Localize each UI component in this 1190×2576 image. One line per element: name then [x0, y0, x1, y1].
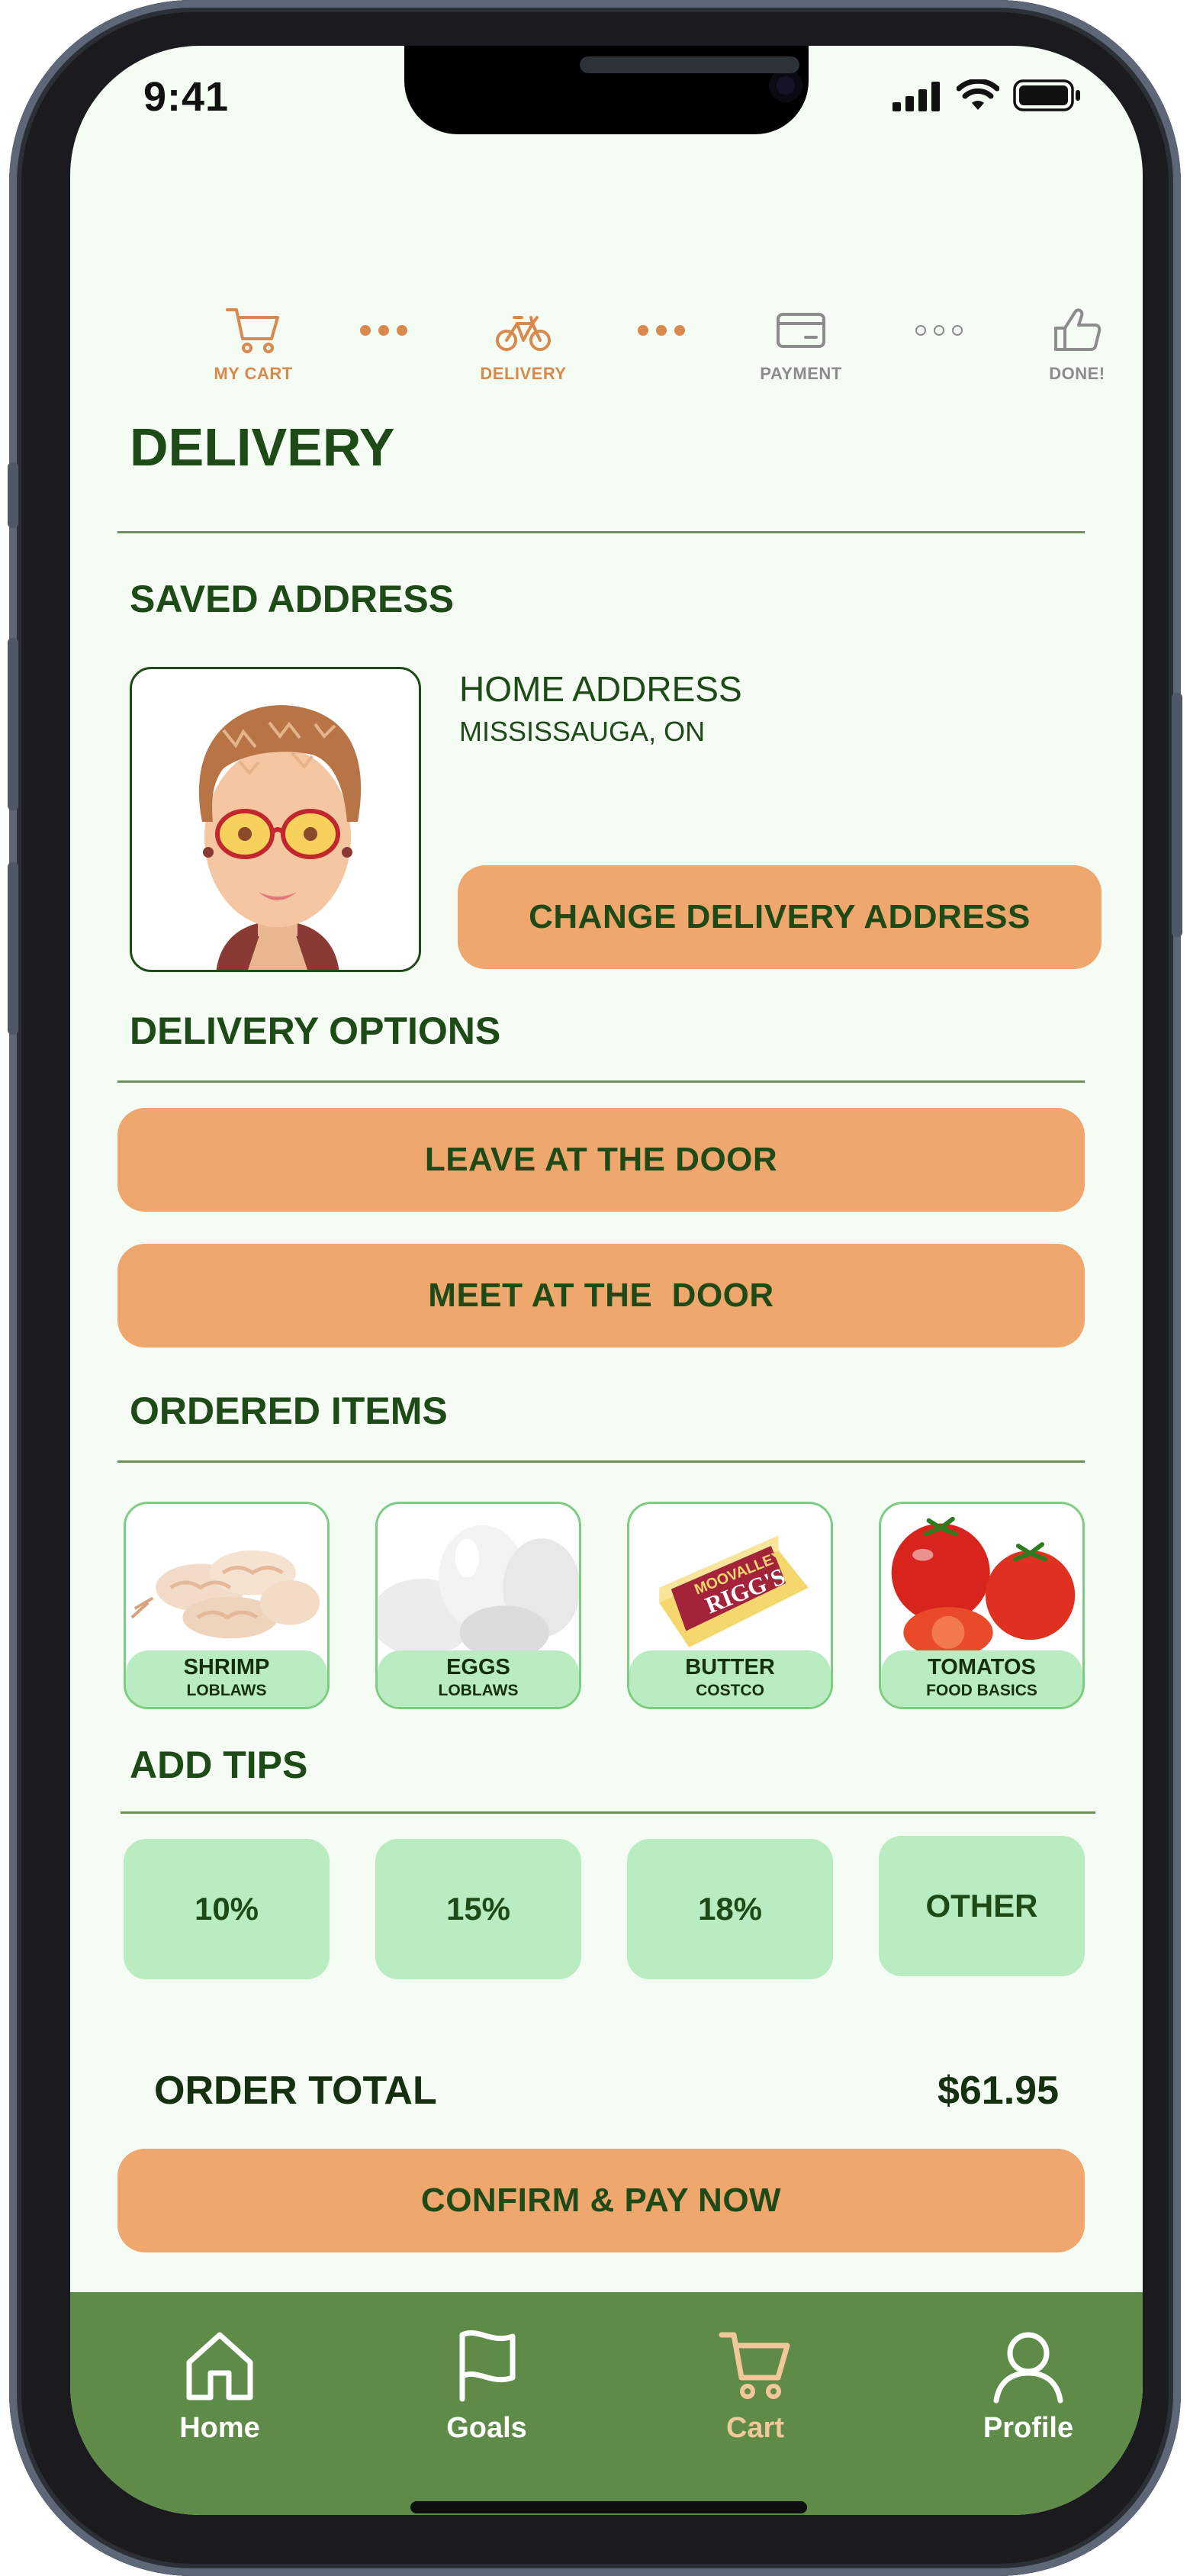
- thumbs-up-icon: [1054, 308, 1102, 351]
- step-payment[interactable]: PAYMENT: [732, 305, 870, 384]
- divider: [121, 1811, 1095, 1814]
- tab-label: Cart: [725, 2412, 785, 2444]
- step-connector-dots: [915, 325, 963, 336]
- silent-switch: [8, 462, 18, 528]
- item-store: LOBLAWS: [438, 1682, 519, 1699]
- tip-15-button[interactable]: 15%: [375, 1839, 581, 1979]
- item-store: COSTCO: [696, 1682, 764, 1699]
- user-icon: [993, 2332, 1063, 2404]
- item-name: TOMATOS: [928, 1655, 1036, 1679]
- step-connector-dots: [638, 325, 685, 336]
- front-camera: [769, 69, 802, 102]
- tip-other-button[interactable]: OTHER: [879, 1836, 1085, 1976]
- saved-address-heading: SAVED ADDRESS: [130, 578, 455, 620]
- earpiece-speaker: [580, 56, 799, 73]
- step-my-cart[interactable]: MY CART: [185, 305, 322, 384]
- ordered-item-tomatos[interactable]: TOMATOS FOOD BASICS: [879, 1502, 1085, 1709]
- address-title: HOME ADDRESS: [459, 669, 742, 709]
- butter-image: MOOVALLEY RIGG'S: [629, 1505, 831, 1652]
- step-label: DONE!: [1049, 364, 1105, 383]
- credit-card-icon: [777, 313, 825, 348]
- delivery-options-heading: DELIVERY OPTIONS: [130, 1009, 501, 1052]
- ordered-item-shrimp[interactable]: SHRIMP LOBLAWS: [124, 1502, 330, 1709]
- volume-down-button: [8, 862, 18, 1035]
- item-name: BUTTER: [685, 1655, 775, 1679]
- tomatoes-image: [881, 1505, 1082, 1653]
- tip-10-button[interactable]: 10%: [124, 1839, 330, 1979]
- eggs-image: [378, 1505, 579, 1653]
- avatar: [130, 667, 421, 972]
- step-connector-dots: [360, 325, 407, 336]
- divider: [117, 1460, 1085, 1463]
- volume-up-button: [8, 638, 18, 810]
- item-caption: TOMATOS FOOD BASICS: [881, 1650, 1082, 1707]
- cart-icon: [719, 2332, 790, 2399]
- avatar-illustration: [198, 705, 362, 970]
- status-icons: [892, 79, 1082, 111]
- checkout-progress: MY CART DELIVERY PAYMENT DONE!: [139, 305, 1105, 389]
- flag-icon: [459, 2330, 516, 2402]
- tab-label: Home: [179, 2412, 260, 2444]
- tab-goals[interactable]: Goals: [403, 2327, 571, 2445]
- ordered-item-eggs[interactable]: EGGS LOBLAWS: [375, 1502, 581, 1709]
- shrimp-image: [126, 1505, 327, 1652]
- add-tips-heading: ADD TIPS: [130, 1744, 308, 1786]
- item-caption: BUTTER COSTCO: [629, 1650, 831, 1707]
- item-name: EGGS: [446, 1655, 510, 1679]
- tab-label: Goals: [446, 2412, 527, 2444]
- order-total-value: $61.95: [937, 2069, 1059, 2113]
- cellular-signal-icon: [892, 82, 940, 111]
- battery-icon: [1013, 79, 1080, 111]
- confirm-pay-button[interactable]: CONFIRM & PAY NOW: [117, 2149, 1085, 2252]
- step-label: DELIVERY: [480, 364, 567, 383]
- tab-home[interactable]: Home: [136, 2327, 304, 2445]
- home-indicator: [410, 2501, 807, 2513]
- order-total-label: ORDER TOTAL: [154, 2069, 437, 2113]
- wifi-icon: [957, 79, 999, 110]
- address-city: MISSISSAUGA, ON: [459, 716, 706, 747]
- change-delivery-address-button[interactable]: CHANGE DELIVERY ADDRESS: [458, 865, 1102, 969]
- step-delivery[interactable]: DELIVERY: [455, 305, 592, 384]
- phone-frame: 9:41 MY CART DELIVERY PAYMENT DONE! DELI…: [8, 0, 1182, 2576]
- power-button: [1172, 693, 1182, 937]
- leave-at-door-button[interactable]: LEAVE AT THE DOOR: [117, 1108, 1085, 1212]
- tab-label: Profile: [983, 2412, 1074, 2444]
- divider: [117, 1080, 1085, 1083]
- tip-18-button[interactable]: 18%: [627, 1839, 833, 1979]
- item-name: SHRIMP: [183, 1655, 270, 1679]
- ordered-item-butter[interactable]: MOOVALLEY RIGG'S BUTTER COSTCO: [627, 1502, 833, 1709]
- tab-cart[interactable]: Cart: [671, 2327, 839, 2445]
- item-store: LOBLAWS: [186, 1682, 267, 1699]
- item-caption: EGGS LOBLAWS: [378, 1650, 579, 1707]
- step-label: MY CART: [214, 364, 293, 383]
- step-done[interactable]: DONE!: [1008, 305, 1143, 384]
- item-caption: SHRIMP LOBLAWS: [126, 1650, 327, 1707]
- item-store: FOOD BASICS: [926, 1682, 1037, 1699]
- cart-icon: [226, 308, 279, 353]
- status-time: 9:41: [143, 74, 230, 120]
- app-screen: 9:41 MY CART DELIVERY PAYMENT DONE! DELI…: [70, 46, 1143, 2515]
- meet-at-door-button[interactable]: MEET AT THE DOOR: [117, 1244, 1085, 1348]
- page-title: DELIVERY: [130, 417, 395, 477]
- tab-profile[interactable]: Profile: [944, 2327, 1112, 2445]
- tab-bar: Home Goals Cart Profile: [70, 2292, 1143, 2515]
- divider: [117, 531, 1085, 533]
- bicycle-icon: [496, 316, 551, 351]
- step-label: PAYMENT: [760, 364, 842, 383]
- ordered-items-heading: ORDERED ITEMS: [130, 1389, 448, 1432]
- home-icon: [186, 2332, 253, 2401]
